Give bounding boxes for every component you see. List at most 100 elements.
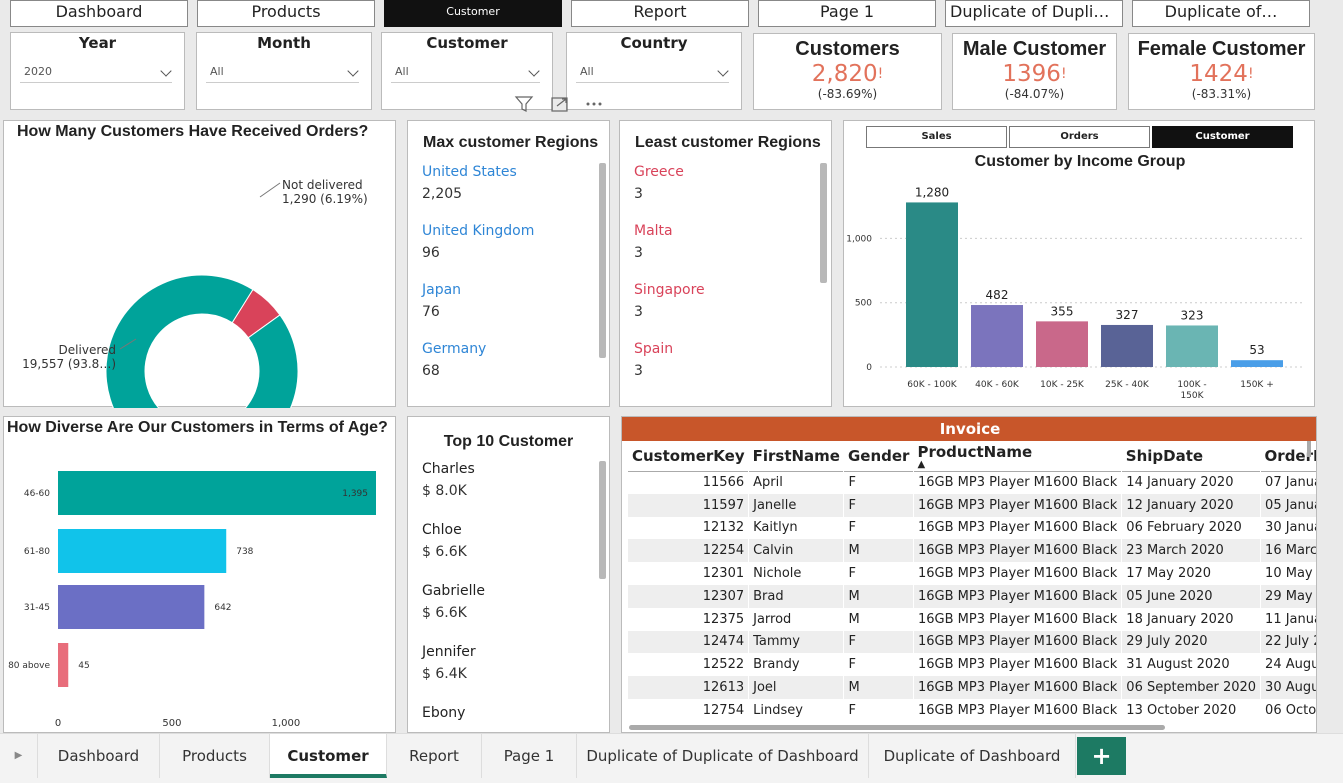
scrollbar[interactable] [599,461,606,579]
nav-products-button[interactable]: Products [197,0,375,27]
table-cell: 05 Janua [1260,493,1316,517]
column-header-productname[interactable]: ProductName ▲ [913,441,1121,471]
bar[interactable] [58,529,227,573]
table-cell: 06 February 2020 [1121,516,1262,540]
tab-dashboard[interactable]: Dashboard [38,734,160,778]
scrollbar[interactable] [599,163,606,358]
focus-mode-icon[interactable] [551,97,568,112]
table-row[interactable]: 12754 Lindsey F 16GB MP3 Player M1600 Black… [628,698,1316,722]
bar[interactable] [906,202,958,367]
table-cell: 16GB MP3 Player M1600 Black [913,630,1123,654]
region-name: Spain [634,341,674,357]
table-row[interactable]: 11597 Janelle F 16GB MP3 Player M1600 Black… [628,493,1316,517]
list-item[interactable]: United Kingdom 96 [422,220,534,264]
table-row[interactable]: 11566 April F 16GB MP3 Player M1600 Black 14… [628,471,1316,494]
bar[interactable] [1231,360,1283,367]
list-item[interactable]: Malta 3 [634,220,673,264]
nav-customer-button[interactable]: Customer [384,0,562,27]
nav-duplicate-duplicate-button[interactable]: Duplicate of Duplica… [945,0,1123,27]
table-row[interactable]: 12375 Jarrod M 16GB MP3 Player M1600 Black 1… [628,607,1316,631]
bar-value-label: 642 [214,603,231,613]
table-cell: 06 September 2020 [1121,676,1262,699]
horizontal-scrollbar[interactable] [629,725,1165,730]
table-row[interactable]: 12301 Nichole F 16GB MP3 Player M1600 Black… [628,562,1316,585]
table-cell: 16GB MP3 Player M1600 Black [913,493,1123,517]
nav-page1-button[interactable]: Page 1 [758,0,936,27]
nav-report-button[interactable]: Report [571,0,749,27]
column-header-shipdate[interactable]: ShipDate [1122,441,1261,471]
bar-value-label: 355 [1051,304,1074,318]
region-name: Malta [634,223,673,239]
table-cell: 12301 [628,562,750,585]
table-cell: 11 Janua [1260,607,1316,631]
table-cell: Brandy [748,653,845,677]
bar[interactable] [58,471,376,515]
nav-duplicate-button[interactable]: Duplicate of… [1132,0,1310,27]
more-options-icon[interactable] [586,102,602,106]
list-item[interactable]: Chloe $ 6.6K [422,519,467,563]
column-header-gender[interactable]: Gender [844,441,913,471]
donut-slice-delivered[interactable] [105,274,299,408]
bar[interactable] [58,643,69,687]
bar-value-label: 53 [1249,343,1264,357]
max-regions-title: Max customer Regions [423,134,599,151]
customer-dropdown[interactable]: All [391,61,540,83]
kpi-value-number: 2,820 [811,61,878,87]
kpi-value: 2,820! [754,61,941,87]
list-item[interactable]: Singapore 3 [634,279,705,323]
bar[interactable] [1166,325,1218,367]
tab-duplicate-duplicate-dashboard[interactable]: Duplicate of Duplicate of Dashboard [577,734,869,778]
table-cell: 16GB MP3 Player M1600 Black [913,676,1123,699]
tab-page1[interactable]: Page 1 [482,734,577,778]
list-item[interactable]: Jennifer $ 6.4K [422,641,476,685]
bar-value-label: 1,280 [915,185,949,199]
table-cell: Brad [748,584,845,608]
table-row[interactable]: 12474 Tammy F 16GB MP3 Player M1600 Black 29… [628,630,1316,654]
scrollbar[interactable] [820,163,827,283]
nav-dashboard-button[interactable]: Dashboard [10,0,188,27]
bar[interactable] [971,305,1023,367]
year-dropdown[interactable]: 2020 [20,61,172,83]
list-item[interactable]: Spain 3 [634,338,673,382]
list-item[interactable]: Japan 76 [422,279,461,323]
table-cell: 17 May 2020 [1121,562,1262,585]
age-bar-chart: 0 500 1,000 46-60 1,395 61-80 738 31-45 642 80 ab… [8,471,376,729]
filter-icon[interactable] [514,96,534,112]
table-row[interactable]: 12307 Brad M 16GB MP3 Player M1600 Black 05 … [628,584,1316,608]
table-row[interactable]: 12522 Brandy F 16GB MP3 Player M1600 Black 3… [628,653,1316,677]
tab-report[interactable]: Report [387,734,482,778]
tab-scroll-right-icon[interactable]: ▶ [0,734,38,778]
region-name: Japan [422,282,462,298]
column-header-firstname[interactable]: FirstName [749,441,844,471]
tab-customer-page[interactable]: Customer [270,734,387,778]
table-row[interactable]: 12132 Kaitlyn F 16GB MP3 Player M1600 Black… [628,516,1316,540]
add-page-button[interactable]: + [1077,737,1126,775]
list-item[interactable]: Ebony [422,702,465,724]
chevron-down-icon [528,65,540,77]
kpi-value-number: 1396 [1002,61,1061,87]
male-customer-kpi-card: Male Customer 1396! (-84.07%) [952,33,1117,110]
bar[interactable] [58,585,205,629]
column-header-label: ProductName [917,442,1033,461]
vertical-scrollbar[interactable] [1307,441,1311,457]
list-item[interactable]: Germany 68 [422,338,486,382]
list-item[interactable]: Gabrielle $ 6.6K [422,580,485,624]
list-item[interactable]: United States 2,205 [422,161,517,205]
customer-dropdown-value: All [395,65,409,78]
x-tick-label: 25K - 40K [1105,380,1150,390]
table-row[interactable]: 12254 Calvin M 16GB MP3 Player M1600 Black 2… [628,539,1316,563]
tab-duplicate-dashboard[interactable]: Duplicate of Dashboard [869,734,1076,778]
list-item[interactable]: Greece 3 [634,161,684,205]
table-row[interactable]: 12613 Joel M 16GB MP3 Player M1600 Black 06 … [628,676,1316,699]
month-dropdown[interactable]: All [206,61,359,83]
bar[interactable] [1101,324,1153,367]
tab-products[interactable]: Products [160,734,270,778]
country-dropdown[interactable]: All [576,61,729,83]
list-item[interactable]: Charles $ 8.0K [422,458,475,502]
bar[interactable] [1036,321,1088,367]
customer-value: $ 6.6K [422,605,467,621]
table-cell: 12307 [628,584,750,608]
table-cell: 22 July 2 [1260,630,1316,654]
y-tick-label: 0 [866,363,872,373]
column-header-customerkey[interactable]: CustomerKey [628,441,749,471]
